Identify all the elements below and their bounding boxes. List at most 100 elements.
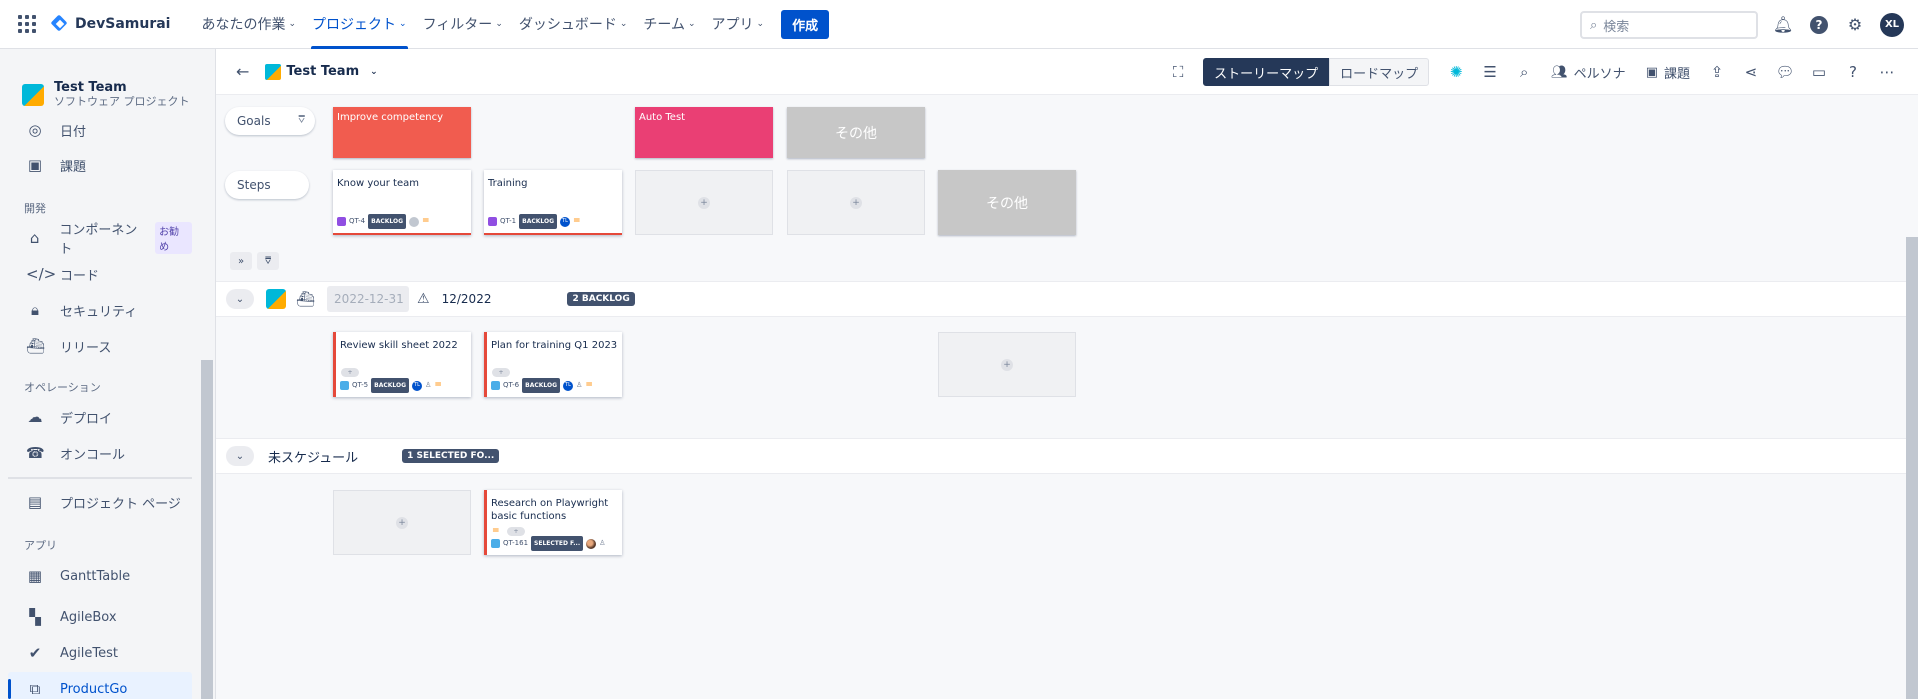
search-icon[interactable]: ⌕	[1507, 58, 1541, 86]
sidebar-item-deployments[interactable]: ☁ デプロイ	[8, 400, 192, 434]
add-story-placeholder[interactable]: +	[938, 332, 1076, 397]
nav-your-work[interactable]: あなたの作業 ⌄	[194, 0, 303, 49]
story-card-research-playwright[interactable]: Research on Playwright basic functions =…	[484, 490, 622, 555]
nav-teams[interactable]: チーム ⌄	[636, 0, 702, 49]
assignee-avatar: TL	[560, 216, 571, 227]
project-selector[interactable]: Test Team ⌄	[265, 63, 378, 80]
story-card-plan-training[interactable]: Plan for training Q1 2023 + QT-6 BACKLOG…	[484, 332, 622, 397]
goal-card-auto-test[interactable]: Auto Test	[635, 107, 773, 158]
priority-medium-icon: =	[573, 216, 581, 226]
project-sidebar: Test Team ソフトウェア プロジェクト ◎ 日付 ▣ 課題 開発 ⌂ コ…	[0, 49, 216, 699]
notifications-bell-icon[interactable]: 🔔︎	[1772, 14, 1794, 36]
back-arrow-icon[interactable]: ←	[236, 62, 249, 81]
storymap-board: Goals ⩢ Improve competency Auto Test その他…	[216, 95, 1918, 699]
plus-pill-icon[interactable]: +	[507, 527, 525, 536]
goal-card-improve-competency[interactable]: Improve competency	[333, 107, 471, 158]
sidebar-item-agiletest[interactable]: ✔ AgileTest	[8, 636, 192, 670]
help-question-icon[interactable]: ?	[1836, 58, 1870, 86]
help-icon[interactable]: ?	[1808, 14, 1830, 36]
card-icon[interactable]: ▭	[1802, 58, 1836, 86]
plus-pill-icon[interactable]: +	[341, 368, 359, 377]
board-scrollbar[interactable]	[1906, 237, 1918, 699]
chevron-down-icon: ⌄	[399, 19, 407, 29]
status-badge: BACKLOG	[522, 378, 561, 393]
brand-logo[interactable]: DevSamurai	[50, 14, 170, 34]
export-icon[interactable]: ⇪	[1700, 58, 1734, 86]
persona-button[interactable]: 👥︎ ペルソナ	[1541, 58, 1636, 86]
sidebar-item-timeline[interactable]: ◎ 日付	[8, 113, 192, 147]
epic-type-icon	[337, 217, 346, 226]
settings-gear-icon[interactable]: ⚙	[1844, 14, 1866, 36]
sidebar-item-project-pages[interactable]: ▤ プロジェクト ページ	[8, 485, 192, 519]
release-date-input[interactable]: 2022-12-31	[327, 286, 410, 312]
project-avatar	[266, 289, 286, 309]
cloud-upload-icon: ☁	[27, 408, 43, 426]
sidebar-item-label: コード	[60, 268, 100, 284]
roadmap-view-button[interactable]: ロードマップ	[1329, 58, 1430, 86]
sparkle-icon[interactable]: ✺	[1439, 58, 1473, 86]
sidebar-project-header[interactable]: Test Team ソフトウェア プロジェクト	[22, 81, 190, 108]
sidebar-item-productgo[interactable]: ⧉ ProductGo	[8, 672, 192, 699]
create-button[interactable]: 作成	[781, 9, 830, 39]
collapse-unscheduled-button[interactable]: ⌄	[226, 446, 254, 466]
step-card-training[interactable]: Training QT-1 BACKLOG TL =	[484, 170, 622, 235]
unscheduled-name: 未スケジュール	[268, 450, 359, 466]
steps-row-label[interactable]: Steps	[225, 171, 309, 199]
layers-icon[interactable]: ☰	[1473, 58, 1507, 86]
epic-type-icon	[488, 217, 497, 226]
plus-pill-icon[interactable]: +	[492, 368, 510, 377]
collapse-all-icon[interactable]: »	[230, 252, 252, 270]
target-icon: ◎	[28, 121, 42, 139]
add-step-placeholder[interactable]: +	[787, 170, 925, 235]
sidebar-item-releases[interactable]: ⛴ リリース	[8, 329, 192, 363]
sidebar-scrollbar[interactable]	[201, 360, 213, 699]
sidebar-item-label: デプロイ	[60, 411, 113, 427]
sidebar-item-agilebox[interactable]: ▚ AgileBox	[8, 600, 192, 634]
top-right-actions: 🔔︎ ? ⚙ XL	[1772, 0, 1904, 49]
add-story-placeholder[interactable]: +	[333, 490, 471, 555]
step-other-card[interactable]: その他	[938, 170, 1076, 235]
user-avatar[interactable]: XL	[1880, 12, 1904, 37]
card-meta: QT-6 BACKLOG TL ♙ =	[491, 378, 593, 393]
reporter-icon: ♙	[425, 381, 432, 389]
goal-other-card[interactable]: その他	[787, 107, 925, 158]
sidebar-item-security[interactable]: 🔒︎ セキュリティ	[8, 293, 192, 327]
storymap-view-button[interactable]: ストーリーマップ	[1203, 58, 1330, 86]
nav-dashboards[interactable]: ダッシュボード ⌄	[512, 0, 635, 49]
app-switcher-icon[interactable]	[18, 15, 36, 33]
project-avatar	[22, 83, 44, 106]
release-name[interactable]: 12/2022	[442, 292, 492, 306]
collapse-release-button[interactable]: ⌄	[226, 289, 254, 309]
search-input[interactable]: ⌕ 検索	[1580, 11, 1758, 39]
nav-filters[interactable]: フィルター ⌄	[416, 0, 510, 49]
nav-apps[interactable]: アプリ ⌄	[705, 0, 772, 49]
filter-icon[interactable]: ⩢	[298, 113, 305, 127]
nav-projects-label: プロジェクト	[312, 17, 397, 33]
fullscreen-icon[interactable]: ⛶	[1161, 58, 1195, 86]
sidebar-item-code[interactable]: </> コード	[8, 257, 192, 291]
nav-teams-label: チーム	[643, 17, 685, 33]
sidebar-item-oncall[interactable]: ☎ オンコール	[8, 436, 192, 470]
issues-label: 課題	[1663, 66, 1690, 82]
nav-projects[interactable]: プロジェクト ⌄	[305, 0, 414, 49]
sidebar-item-components[interactable]: ⌂ コンポーネント お勧め	[8, 221, 192, 257]
comment-icon[interactable]: 💬︎	[1768, 58, 1802, 86]
step-card-know-your-team[interactable]: Know your team QT-4 BACKLOG =	[333, 170, 471, 235]
brand-name: DevSamurai	[75, 16, 171, 32]
goals-row-label[interactable]: Goals ⩢	[225, 107, 315, 135]
sidebar-item-label: リリース	[60, 340, 112, 356]
sidebar-item-gantttable[interactable]: ▦ GanttTable	[8, 559, 192, 593]
issues-button[interactable]: ▣ 課題	[1636, 58, 1700, 86]
top-navigation: DevSamurai あなたの作業 ⌄ プロジェクト ⌄ フィルター ⌄ ダッシュボー…	[0, 0, 1918, 49]
share-icon[interactable]: ⋖	[1734, 58, 1768, 86]
sidebar-item-label: 課題	[60, 159, 87, 175]
story-card-review-skill-sheet[interactable]: Review skill sheet 2022 + QT-5 BACKLOG T…	[333, 332, 471, 397]
sidebar-item-issues[interactable]: ▣ 課題	[8, 148, 192, 182]
more-options-icon[interactable]: ⋯	[1870, 58, 1904, 86]
unscheduled-row: ⌄ 未スケジュール 1 SELECTED FO...	[216, 438, 1918, 474]
filter-icon[interactable]: ⩢	[257, 252, 279, 270]
card-meta: QT-5 BACKLOG TL ♙ =	[340, 378, 442, 393]
card-meta: QT-1 BACKLOG TL =	[488, 214, 581, 229]
sidebar-project-type: ソフトウェア プロジェクト	[54, 95, 190, 108]
add-step-placeholder[interactable]: +	[635, 170, 773, 235]
